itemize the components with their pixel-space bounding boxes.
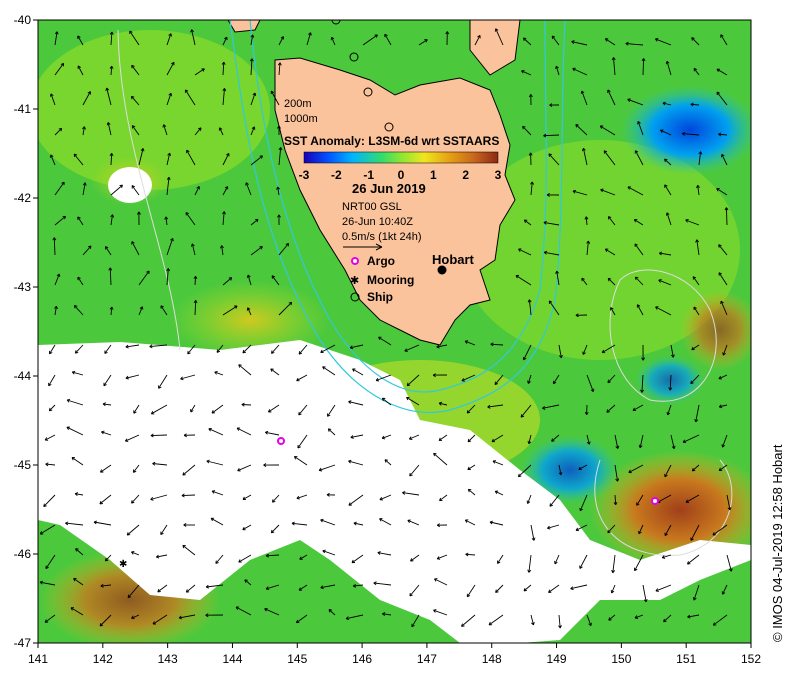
copyright-credit: © IMOS 04-Jul-2019 12:58 Hobart xyxy=(770,444,785,642)
sst-field: ✱ xyxy=(38,20,751,643)
current-vector-arrow xyxy=(150,434,168,437)
y-tick-label: -45 xyxy=(14,458,32,472)
x-tick-label: 149 xyxy=(547,652,567,666)
colorbar xyxy=(303,151,499,164)
x-tick-label: 142 xyxy=(93,652,113,666)
colorbar-tick-label: -1 xyxy=(363,168,374,182)
legend-ship-label: Ship xyxy=(367,290,393,304)
legend-mooring-symbol: ✱ xyxy=(350,275,359,287)
colorbar-tick-label: 0 xyxy=(398,168,405,182)
x-tick-label: 145 xyxy=(287,652,307,666)
argo-float-marker[interactable] xyxy=(277,437,285,445)
x-tick-label: 141 xyxy=(28,652,48,666)
data-time: 26-Jun 10:40Z xyxy=(342,216,413,228)
colorbar-tick-label: 3 xyxy=(495,168,502,182)
x-tick-label: 151 xyxy=(676,652,696,666)
isobath-label-1000m: 1000m xyxy=(284,113,318,125)
map-date: 26 Jun 2019 xyxy=(352,181,426,196)
cloud-mask xyxy=(108,167,152,203)
colorbar-tick-label: -3 xyxy=(299,168,310,182)
x-tick-label: 146 xyxy=(352,652,372,666)
legend-argo-symbol xyxy=(351,257,359,265)
y-tick-label: -44 xyxy=(14,369,32,383)
colorbar-tick-label: 1 xyxy=(430,168,437,182)
latitude-axis: -40 -41 -42 -43 -44 -45 -46 -47 xyxy=(14,13,38,650)
colorbar-tick-label: 2 xyxy=(462,168,469,182)
x-tick-label: 147 xyxy=(417,652,437,666)
data-source: NRT00 GSL xyxy=(342,201,402,213)
argo-float-marker[interactable] xyxy=(651,497,659,505)
legend-mooring-label: Mooring xyxy=(367,273,414,287)
colorbar-tick-label: -2 xyxy=(331,168,342,182)
current-vector-arrow xyxy=(725,207,728,226)
current-vector-arrow xyxy=(642,58,645,76)
warm-anomaly-patch xyxy=(680,290,751,370)
y-tick-label: -40 xyxy=(14,13,32,27)
sst-anomaly-map: ✱ 200m 1000m SST Anomaly: L3SM-6d wrt SS… xyxy=(14,13,762,666)
y-tick-label: -47 xyxy=(14,636,32,650)
city-label-hobart: Hobart xyxy=(432,252,475,267)
y-tick-label: -41 xyxy=(14,102,32,116)
legend-argo-label: Argo xyxy=(367,254,395,268)
mooring-marker[interactable]: ✱ xyxy=(119,559,127,570)
y-tick-label: -42 xyxy=(14,191,32,205)
y-tick-label: -46 xyxy=(14,547,32,561)
current-vector-arrow xyxy=(181,494,196,497)
longitude-axis: 141 142 143 144 145 146 147 148 149 150 151 152 xyxy=(28,643,761,666)
x-tick-label: 150 xyxy=(611,652,631,666)
isobath-label-200m: 200m xyxy=(284,98,312,110)
x-tick-label: 152 xyxy=(741,652,761,666)
x-tick-label: 144 xyxy=(222,652,242,666)
x-tick-label: 148 xyxy=(482,652,502,666)
vector-scale-label: 0.5m/s (1kt 24h) xyxy=(342,231,421,243)
y-tick-label: -43 xyxy=(14,280,32,294)
colorbar-title: SST Anomaly: L3SM-6d wrt SSTAARS xyxy=(284,134,499,148)
x-tick-label: 143 xyxy=(158,652,178,666)
